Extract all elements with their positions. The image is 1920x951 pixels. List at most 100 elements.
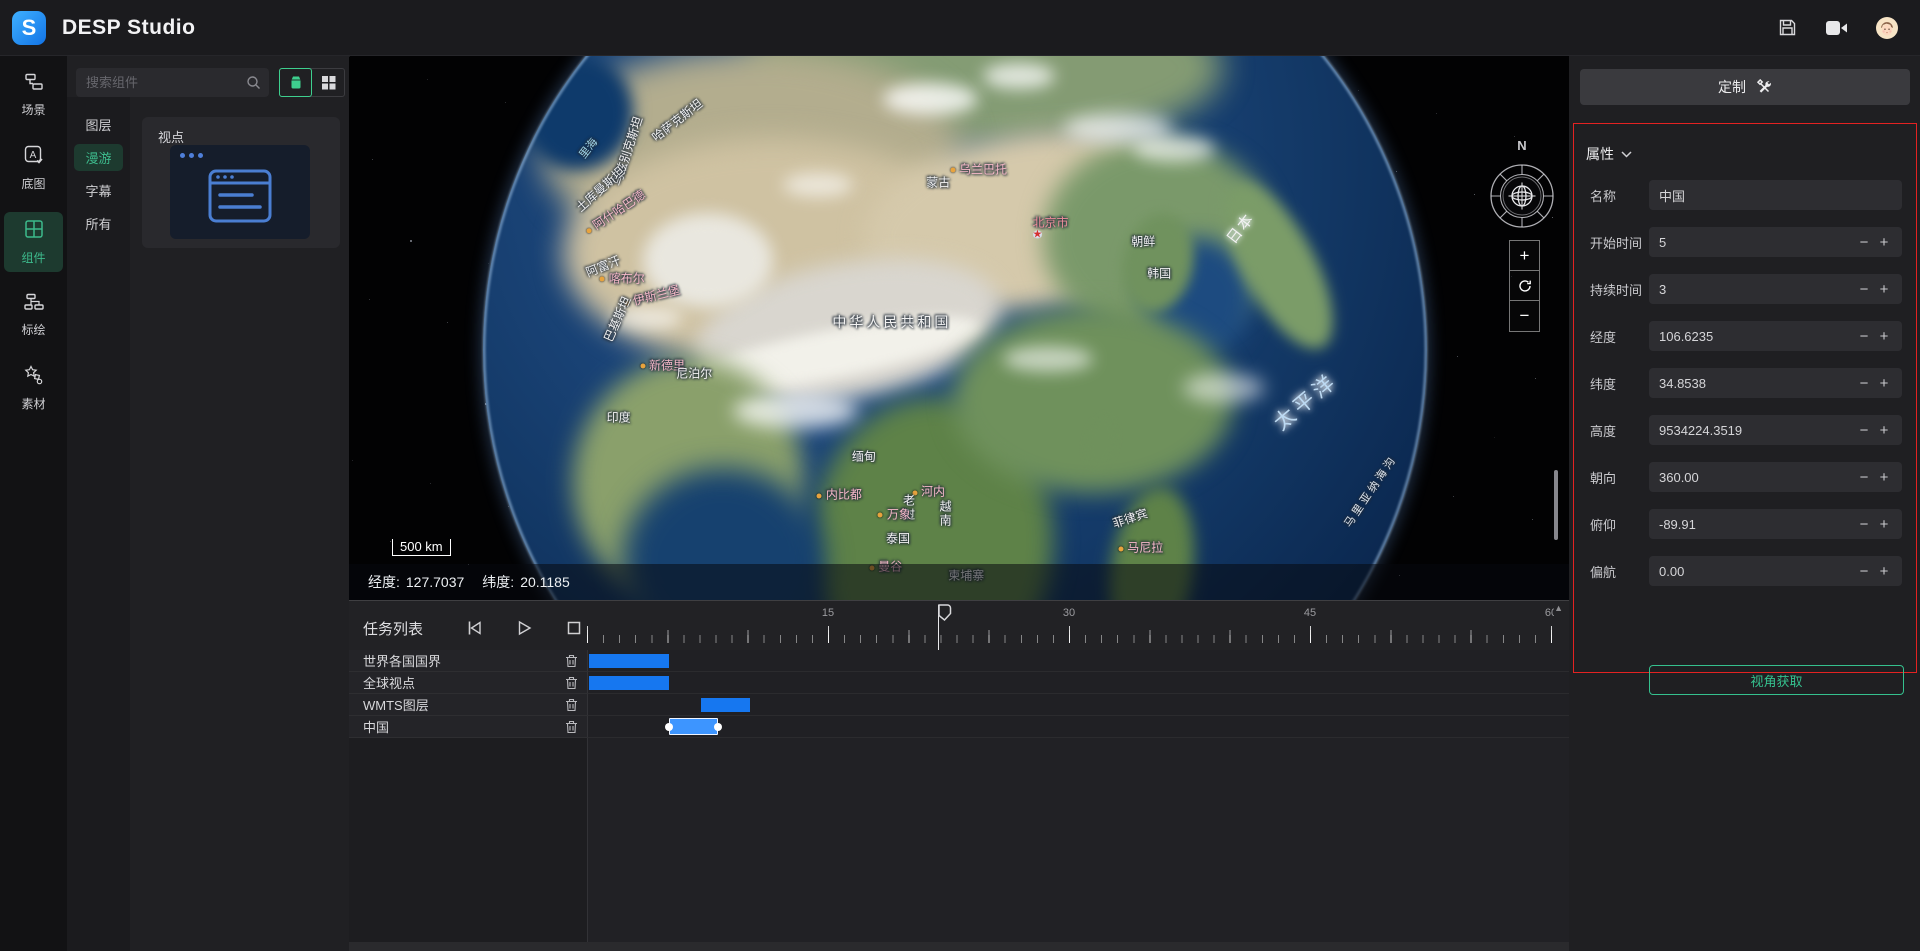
property-value: 3 [1659, 281, 1667, 297]
map-label: 内比都 [816, 486, 862, 503]
increment-button[interactable]: + [1874, 328, 1894, 345]
delete-track-button[interactable] [565, 720, 578, 734]
skip-start-icon[interactable] [464, 618, 484, 638]
track-lane[interactable] [587, 672, 1569, 694]
properties-panel: 定制 属性 名称 中国 开始时间 5− + 持续时间 3− + 经度 106.6235− + 纬度 34… [1569, 56, 1920, 951]
track-lane[interactable] [587, 650, 1569, 672]
globe-viewport[interactable]: 哈萨克斯坦 乌兹别克斯坦 土库曼斯坦 阿什哈巴德 里海 乌兰巴托 蒙古 北京市 ★ 朝鲜 韩国 日本中… [349, 56, 1569, 600]
nav-label: 标绘 [21, 323, 46, 337]
track-name-cell[interactable]: 中国 [349, 716, 587, 738]
nav-item-basemap[interactable]: A 底图 [4, 138, 63, 198]
map-label: 缅甸 [851, 449, 876, 464]
zoom-out-button[interactable]: − [1510, 301, 1539, 331]
increment-button[interactable]: + [1874, 422, 1894, 439]
ruler-label: 30 [1062, 607, 1076, 619]
property-row: 名称 中国 [1574, 180, 1916, 210]
nav-item-scene[interactable]: 场景 [4, 66, 63, 124]
nav-item-plot[interactable]: 标绘 [4, 286, 63, 344]
decrement-button[interactable]: − [1854, 375, 1874, 392]
play-icon[interactable] [514, 618, 534, 638]
properties-section-header[interactable]: 属性 [1586, 144, 1632, 164]
map-label: 北京市 ★ [1032, 215, 1069, 241]
tab-roam[interactable]: 漫游 [74, 144, 123, 171]
view-toggle [279, 68, 345, 97]
tab-subtitle[interactable]: 字幕 [74, 177, 123, 204]
decrement-button[interactable]: − [1854, 234, 1874, 251]
track-lane[interactable] [587, 694, 1569, 716]
property-input[interactable]: 34.8538 − + [1649, 368, 1902, 398]
property-input[interactable]: -89.91 − + [1649, 509, 1902, 539]
track-name-cell[interactable]: 全球视点 [349, 672, 587, 694]
compass-control[interactable]: N [1474, 134, 1569, 250]
map-label: 朝鲜 [1131, 234, 1156, 249]
property-input[interactable]: 0.00 − + [1649, 556, 1902, 586]
property-input[interactable]: 5 − + [1649, 227, 1902, 257]
decrement-button[interactable]: − [1854, 469, 1874, 486]
coordinate-readout: 经度: 127.7037 纬度: 20.1185 [349, 564, 1569, 600]
decrement-button[interactable]: − [1854, 563, 1874, 580]
decrement-button[interactable]: − [1854, 422, 1874, 439]
increment-button[interactable]: + [1874, 563, 1894, 580]
timeline-ruler[interactable]: 15 30 45 60 [587, 601, 1569, 649]
timeline-clip[interactable] [589, 676, 670, 690]
zoom-in-button[interactable]: + [1510, 241, 1539, 271]
map-scrollbar-thumb[interactable] [1554, 470, 1558, 540]
property-input[interactable]: 9534224.3519 − + [1649, 415, 1902, 445]
delete-track-button[interactable] [565, 654, 578, 668]
video-icon[interactable] [1826, 17, 1848, 39]
avatar[interactable] [1876, 16, 1898, 39]
property-input[interactable]: 106.6235 − + [1649, 321, 1902, 351]
property-value: 34.8538 [1659, 375, 1706, 391]
increment-button[interactable]: + [1874, 234, 1894, 251]
increment-button[interactable]: + [1874, 516, 1894, 533]
timeline-clip[interactable] [701, 698, 750, 712]
decrement-button[interactable]: − [1854, 328, 1874, 345]
playhead-handle[interactable] [938, 604, 952, 627]
delete-track-button[interactable] [565, 698, 578, 712]
track-lane[interactable] [587, 716, 1569, 738]
city-dot-marker [816, 493, 822, 499]
library-tab-strip: 图层 漫游 字幕 所有 [67, 97, 130, 951]
lon-label: 经度: [368, 574, 400, 590]
top-bar: S DESP Studio [0, 0, 1920, 56]
viewpoint-group-card: 视点 [142, 117, 340, 248]
compass-n-label: N [1517, 138, 1526, 153]
nav-item-components[interactable]: 组件 [4, 212, 63, 272]
timeline-clip-selected[interactable] [669, 718, 718, 735]
viewpoint-component-thumbnail[interactable] [170, 145, 310, 239]
decrement-button[interactable]: − [1854, 281, 1874, 298]
property-input[interactable]: 360.00 − + [1649, 462, 1902, 492]
nav-item-material[interactable]: 素材 [4, 358, 63, 418]
delete-track-button[interactable] [565, 676, 578, 690]
customize-button[interactable]: 定制 [1580, 69, 1910, 105]
property-input[interactable]: 中国 [1649, 180, 1902, 210]
nav-rail: 场景 A 底图 组件 标绘 素材 [0, 56, 67, 951]
map-label: 越南 [938, 500, 953, 529]
scene-icon [23, 73, 45, 96]
search-input[interactable] [76, 68, 269, 97]
decrement-button[interactable]: − [1854, 516, 1874, 533]
topbar-actions [1776, 16, 1898, 39]
timeline-left-gutter [349, 738, 587, 943]
timeline-hscrollbar[interactable] [349, 942, 1569, 951]
property-input[interactable]: 3 − + [1649, 274, 1902, 304]
tab-all[interactable]: 所有 [74, 210, 123, 237]
component-library-panel: 图层 漫游 字幕 所有 视点 [67, 56, 349, 951]
grid-view-button[interactable] [312, 69, 344, 96]
plot-icon [23, 293, 45, 316]
increment-button[interactable]: + [1874, 375, 1894, 392]
tab-layers[interactable]: 图层 [74, 111, 123, 138]
stop-icon[interactable] [564, 618, 584, 638]
reset-view-button[interactable] [1510, 271, 1539, 301]
property-row: 纬度 34.8538 − + [1574, 368, 1916, 398]
save-icon[interactable] [1776, 17, 1798, 39]
track-name-cell[interactable]: 世界各国国界 [349, 650, 587, 672]
increment-button[interactable]: + [1874, 281, 1894, 298]
search-row [76, 68, 345, 97]
increment-button[interactable]: + [1874, 469, 1894, 486]
track-name-cell[interactable]: WMTS图层 [349, 694, 587, 716]
timeline-clip[interactable] [589, 654, 670, 668]
get-view-button[interactable]: 视角获取 [1649, 665, 1904, 695]
box-view-button[interactable] [279, 68, 312, 97]
nav-label: 场景 [21, 103, 46, 117]
